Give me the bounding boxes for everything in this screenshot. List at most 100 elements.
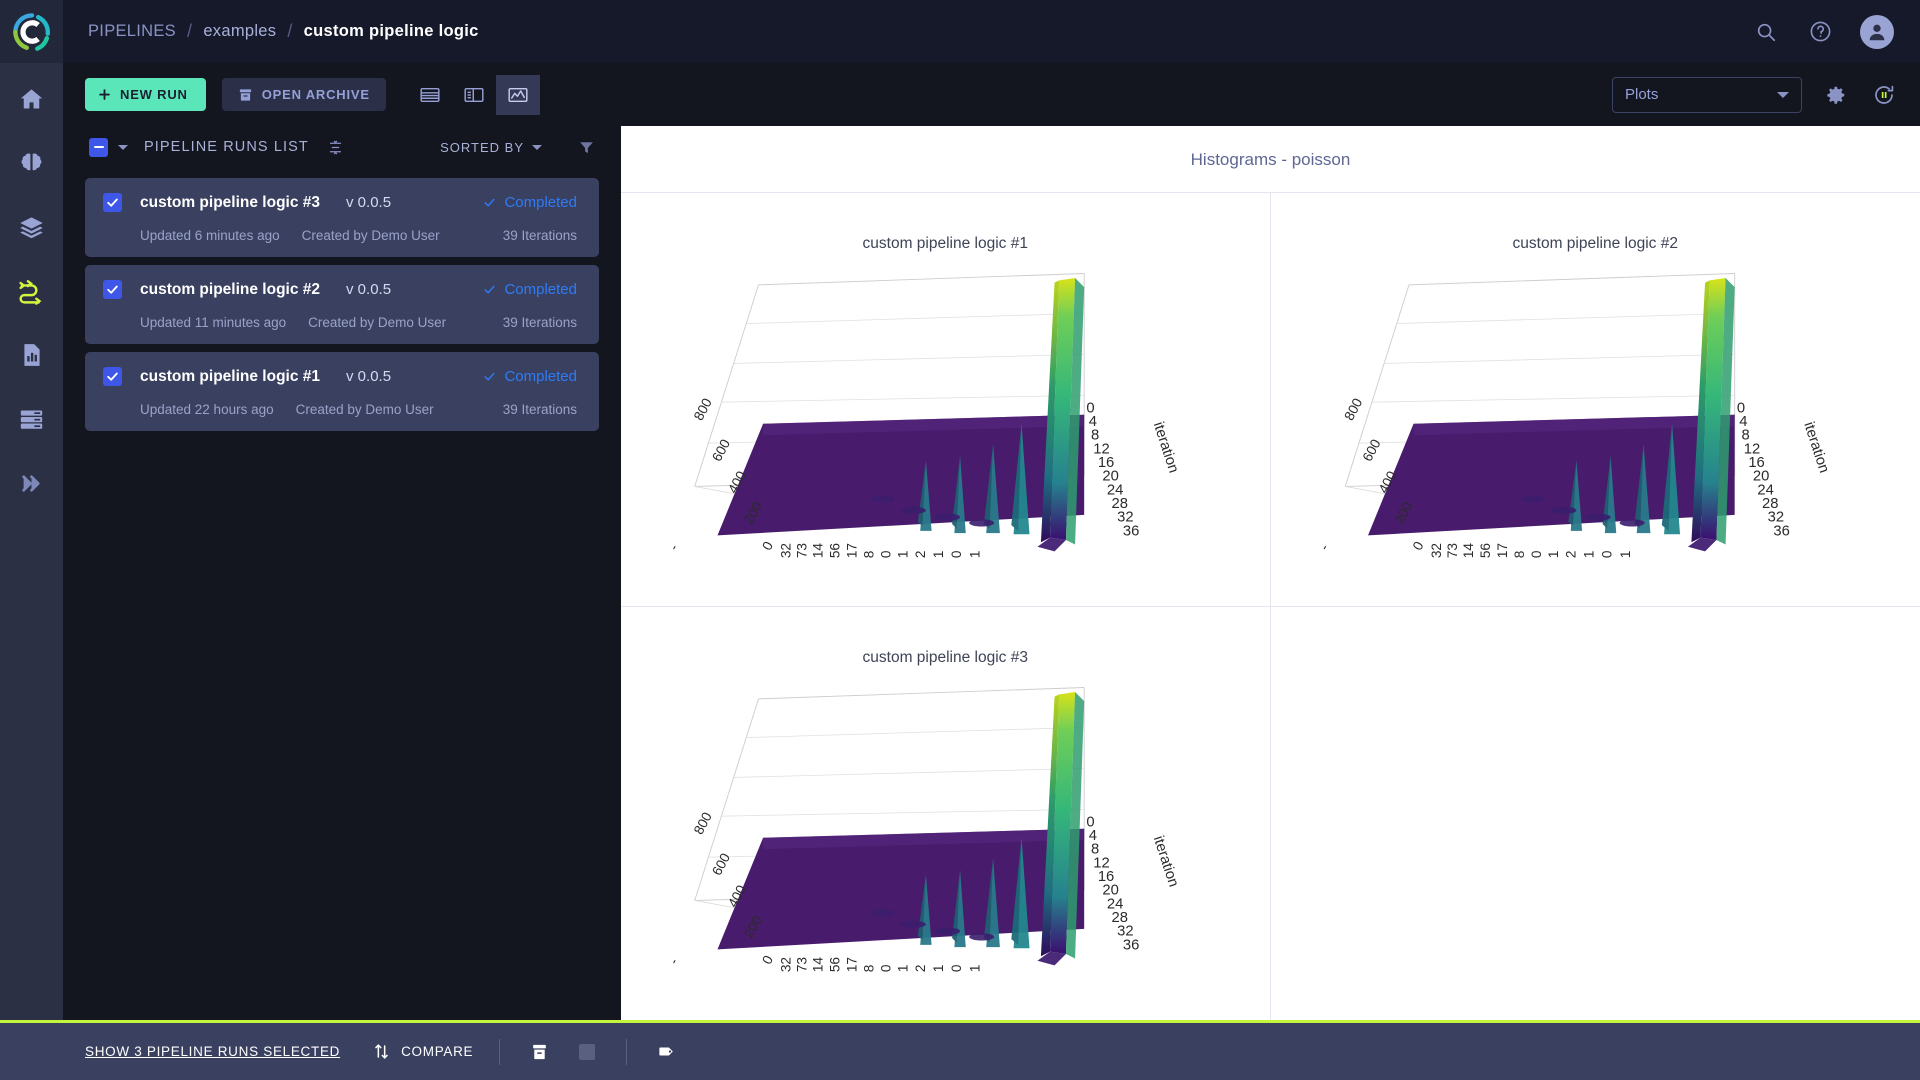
breadcrumb-root[interactable]: PIPELINES bbox=[88, 22, 176, 41]
plot-title: custom pipeline logic #1 bbox=[862, 235, 1028, 252]
status-label: Completed bbox=[504, 194, 577, 211]
search-icon[interactable] bbox=[1752, 18, 1780, 46]
tab-split-view[interactable] bbox=[452, 75, 496, 115]
run-name: custom pipeline logic #2 bbox=[140, 280, 321, 298]
pipeline-runs-panel: PIPELINE RUNS LIST SORTED BY custom pipe… bbox=[63, 126, 621, 1020]
app-logo[interactable] bbox=[0, 0, 63, 63]
view-mode-toggle-group bbox=[408, 74, 540, 115]
sidebar-item-reports[interactable] bbox=[14, 337, 50, 373]
stop-button[interactable] bbox=[574, 1039, 600, 1065]
run-updated: Updated 6 minutes ago bbox=[140, 228, 280, 243]
plot-cell-2[interactable]: custom pipeline logic #2 bbox=[1270, 192, 1920, 606]
plot-cell-3[interactable]: custom pipeline logic #3 bbox=[621, 606, 1271, 1020]
run-name: custom pipeline logic #1 bbox=[140, 367, 321, 385]
check-icon bbox=[107, 285, 118, 294]
check-icon bbox=[484, 285, 495, 294]
gear-icon bbox=[1827, 86, 1845, 104]
header-actions bbox=[1752, 14, 1920, 49]
report-chart-icon bbox=[23, 344, 40, 366]
check-icon bbox=[107, 198, 118, 207]
status-badge: Completed bbox=[483, 368, 577, 385]
plus-icon bbox=[99, 89, 110, 100]
top-header-bar: PIPELINES / examples / custom pipeline l… bbox=[0, 0, 1920, 63]
run-iterations: 39 Iterations bbox=[502, 315, 577, 330]
filter-icon[interactable] bbox=[578, 139, 595, 156]
table-row[interactable]: custom pipeline logic #2 v 0.0.5 Complet… bbox=[85, 265, 599, 344]
row-checkbox[interactable] bbox=[103, 193, 122, 212]
sidebar-item-datasets[interactable] bbox=[14, 209, 50, 245]
compare-arrows-icon bbox=[375, 1044, 388, 1059]
server-rack-icon bbox=[20, 410, 43, 429]
breadcrumb-separator-2: / bbox=[287, 21, 293, 41]
run-iterations: 39 Iterations bbox=[502, 402, 577, 417]
sorted-by-label: SORTED BY bbox=[440, 139, 524, 155]
user-avatar-icon[interactable] bbox=[1860, 14, 1894, 49]
divider bbox=[499, 1038, 501, 1065]
surface-plot-2[interactable] bbox=[1271, 253, 1920, 606]
open-archive-button[interactable]: OPEN ARCHIVE bbox=[221, 78, 386, 111]
sorted-by-dropdown[interactable]: SORTED BY bbox=[440, 140, 542, 155]
surface-plot-svg bbox=[1315, 272, 1832, 559]
sidebar-item-workers[interactable] bbox=[14, 401, 50, 437]
tag-button[interactable] bbox=[653, 1039, 679, 1065]
table-row[interactable]: custom pipeline logic #1 v 0.0.5 Complet… bbox=[85, 352, 599, 431]
settings-button[interactable] bbox=[1822, 81, 1850, 109]
sidebar-item-pipelines[interactable] bbox=[14, 273, 50, 309]
run-updated: Updated 22 hours ago bbox=[140, 402, 274, 417]
run-name: custom pipeline logic #3 bbox=[140, 193, 321, 211]
table-row[interactable]: custom pipeline logic #3 v 0.0.5 Complet… bbox=[85, 178, 599, 257]
surface-plot-3[interactable] bbox=[621, 667, 1270, 1020]
chevron-down-icon bbox=[1777, 91, 1789, 98]
app-root: PIPELINES / examples / custom pipeline l… bbox=[0, 0, 1920, 1080]
status-label: Completed bbox=[504, 368, 577, 385]
surface-plot-1[interactable] bbox=[621, 253, 1270, 606]
select-all-checkbox[interactable] bbox=[89, 137, 108, 157]
select-all-dropdown-icon[interactable] bbox=[118, 144, 128, 150]
new-run-button[interactable]: NEW RUN bbox=[85, 78, 206, 111]
open-archive-label: OPEN ARCHIVE bbox=[261, 87, 370, 102]
tab-plots-view[interactable] bbox=[495, 74, 540, 115]
app-body: NEW RUN OPEN ARCHIVE Plots PIPELINE RUNS… bbox=[0, 63, 1920, 1020]
check-icon bbox=[484, 198, 495, 207]
clearml-logo-icon bbox=[12, 12, 50, 51]
selection-action-bar: SHOW 3 PIPELINE RUNS SELECTED COMPARE bbox=[0, 1020, 1920, 1080]
plot-cell-1[interactable]: custom pipeline logic #1 bbox=[621, 192, 1271, 606]
surface-plot-svg bbox=[665, 686, 1182, 973]
runs-list-title: PIPELINE RUNS LIST bbox=[144, 139, 309, 155]
archive-button[interactable] bbox=[526, 1039, 552, 1065]
status-label: Completed bbox=[504, 281, 577, 298]
plot-grid: custom pipeline logic #1 custom pipeline… bbox=[621, 192, 1920, 1020]
plots-select[interactable]: Plots bbox=[1612, 76, 1802, 113]
show-selected-link[interactable]: SHOW 3 PIPELINE RUNS SELECTED bbox=[85, 1044, 340, 1059]
run-creator: Created by Demo User bbox=[295, 402, 434, 417]
status-badge: Completed bbox=[483, 194, 577, 211]
breadcrumb: PIPELINES / examples / custom pipeline l… bbox=[88, 21, 479, 42]
action-toolbar: NEW RUN OPEN ARCHIVE Plots bbox=[63, 63, 1920, 126]
help-circle-icon[interactable] bbox=[1806, 18, 1834, 46]
auto-refresh-button[interactable] bbox=[1870, 81, 1898, 109]
row-checkbox[interactable] bbox=[103, 367, 122, 386]
auto-refresh-pause-icon bbox=[1875, 85, 1894, 104]
run-version: v 0.0.5 bbox=[346, 194, 392, 211]
sidebar-item-home[interactable] bbox=[14, 81, 50, 117]
run-iterations: 39 Iterations bbox=[502, 228, 577, 243]
stop-square-icon bbox=[579, 1043, 596, 1060]
brain-icon bbox=[21, 153, 42, 170]
line-chart-icon bbox=[508, 87, 528, 102]
plot-group-title: Histograms - poisson bbox=[1190, 150, 1351, 169]
sidebar-item-expand[interactable] bbox=[14, 465, 50, 501]
home-icon bbox=[20, 88, 43, 108]
run-creator: Created by Demo User bbox=[301, 228, 440, 243]
layers-icon bbox=[20, 216, 43, 238]
row-checkbox[interactable] bbox=[103, 280, 122, 299]
plot-title: custom pipeline logic #3 bbox=[862, 649, 1028, 666]
tab-table-view[interactable] bbox=[408, 75, 452, 115]
compare-button[interactable]: COMPARE bbox=[372, 1042, 473, 1061]
column-settings-icon[interactable] bbox=[327, 139, 344, 156]
plot-cell-empty bbox=[1270, 606, 1920, 1020]
sidebar-item-models[interactable] bbox=[14, 145, 50, 181]
breadcrumb-project[interactable]: examples bbox=[203, 22, 276, 41]
archive-box-icon bbox=[239, 88, 251, 101]
status-badge: Completed bbox=[483, 281, 577, 298]
plots-select-value: Plots bbox=[1625, 86, 1659, 103]
